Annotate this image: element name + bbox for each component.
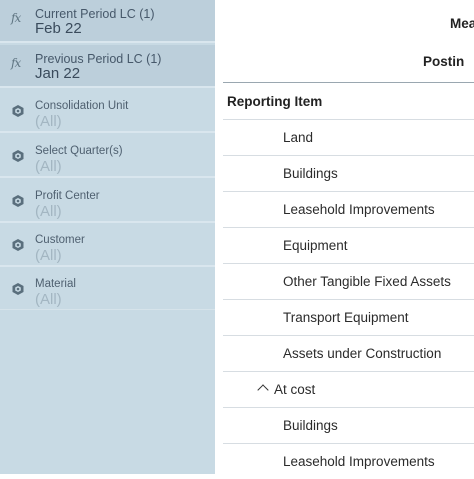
table-row[interactable]: Leasehold Improvements	[223, 443, 474, 479]
dimension-icon	[12, 195, 24, 207]
filter-name: Consolidation Unit	[35, 100, 129, 112]
filter-consolidation-unit[interactable]: Consolidation Unit (All)	[0, 90, 215, 133]
table-row[interactable]: Leasehold Improvements	[223, 191, 474, 227]
filter-name: Previous Period LC (1)	[35, 52, 162, 66]
filter-name: Profit Center	[35, 190, 100, 202]
filter-name: Select Quarter(s)	[35, 145, 123, 157]
filter-panel: fx Current Period LC (1) Feb 22 fx Previ…	[0, 0, 215, 474]
row-label: Leasehold Improvements	[283, 454, 435, 469]
chevron-up-icon[interactable]	[257, 384, 269, 396]
filter-panel-empty-area	[0, 309, 215, 474]
table-row[interactable]: Buildings	[223, 155, 474, 191]
row-label: Transport Equipment	[283, 310, 409, 325]
row-label: Equipment	[283, 238, 348, 253]
column-header-measures[interactable]: Mea	[450, 16, 474, 31]
fx-icon: fx	[11, 11, 21, 25]
column-header-posting[interactable]: Postin	[423, 54, 464, 69]
table-row[interactable]: Transport Equipment	[223, 299, 474, 335]
table-row[interactable]: Other Tangible Fixed Assets	[223, 263, 474, 299]
filter-material[interactable]: Material (All)	[0, 268, 215, 311]
fx-icon: fx	[11, 56, 21, 70]
filter-profit-center[interactable]: Profit Center (All)	[0, 180, 215, 223]
table-row[interactable]: Land	[223, 119, 474, 155]
filter-select-quarters[interactable]: Select Quarter(s) (All)	[0, 135, 215, 178]
filter-value: (All)	[35, 113, 62, 130]
row-label: Buildings	[283, 418, 338, 433]
report-table: Mea Postin Reporting Item Land Buildings…	[215, 0, 474, 479]
filter-previous-period[interactable]: fx Previous Period LC (1) Jan 22	[0, 45, 215, 88]
table-row[interactable]: Buildings	[223, 407, 474, 443]
filter-value: (All)	[35, 203, 62, 220]
filter-name: Customer	[35, 234, 85, 246]
filter-value: (All)	[35, 291, 62, 308]
filter-value: (All)	[35, 158, 62, 175]
filter-current-period[interactable]: fx Current Period LC (1) Feb 22	[0, 0, 215, 43]
row-label: Land	[283, 130, 314, 145]
table-row[interactable]: Assets under Construction	[223, 335, 474, 371]
filter-value: Feb 22	[35, 20, 82, 37]
filter-customer[interactable]: Customer (All)	[0, 224, 215, 267]
row-label: Assets under Construction	[283, 346, 442, 361]
dimension-icon	[12, 105, 24, 117]
row-label: Other Tangible Fixed Assets	[283, 274, 451, 289]
row-header-reporting-item[interactable]: Reporting Item	[227, 94, 322, 109]
row-label: At cost	[274, 382, 316, 397]
filter-name: Current Period LC (1)	[35, 7, 155, 21]
row-label: Leasehold Improvements	[283, 202, 435, 217]
dimension-icon	[12, 239, 24, 251]
row-label: Buildings	[283, 166, 338, 181]
filter-value: (All)	[35, 247, 62, 264]
dimension-icon	[12, 150, 24, 162]
dimension-icon	[12, 283, 24, 295]
filter-value: Jan 22	[35, 65, 81, 82]
header-divider	[223, 82, 474, 83]
table-row[interactable]: Equipment	[223, 227, 474, 263]
table-row-group[interactable]: At cost	[223, 371, 474, 407]
filter-name: Material	[35, 278, 76, 290]
